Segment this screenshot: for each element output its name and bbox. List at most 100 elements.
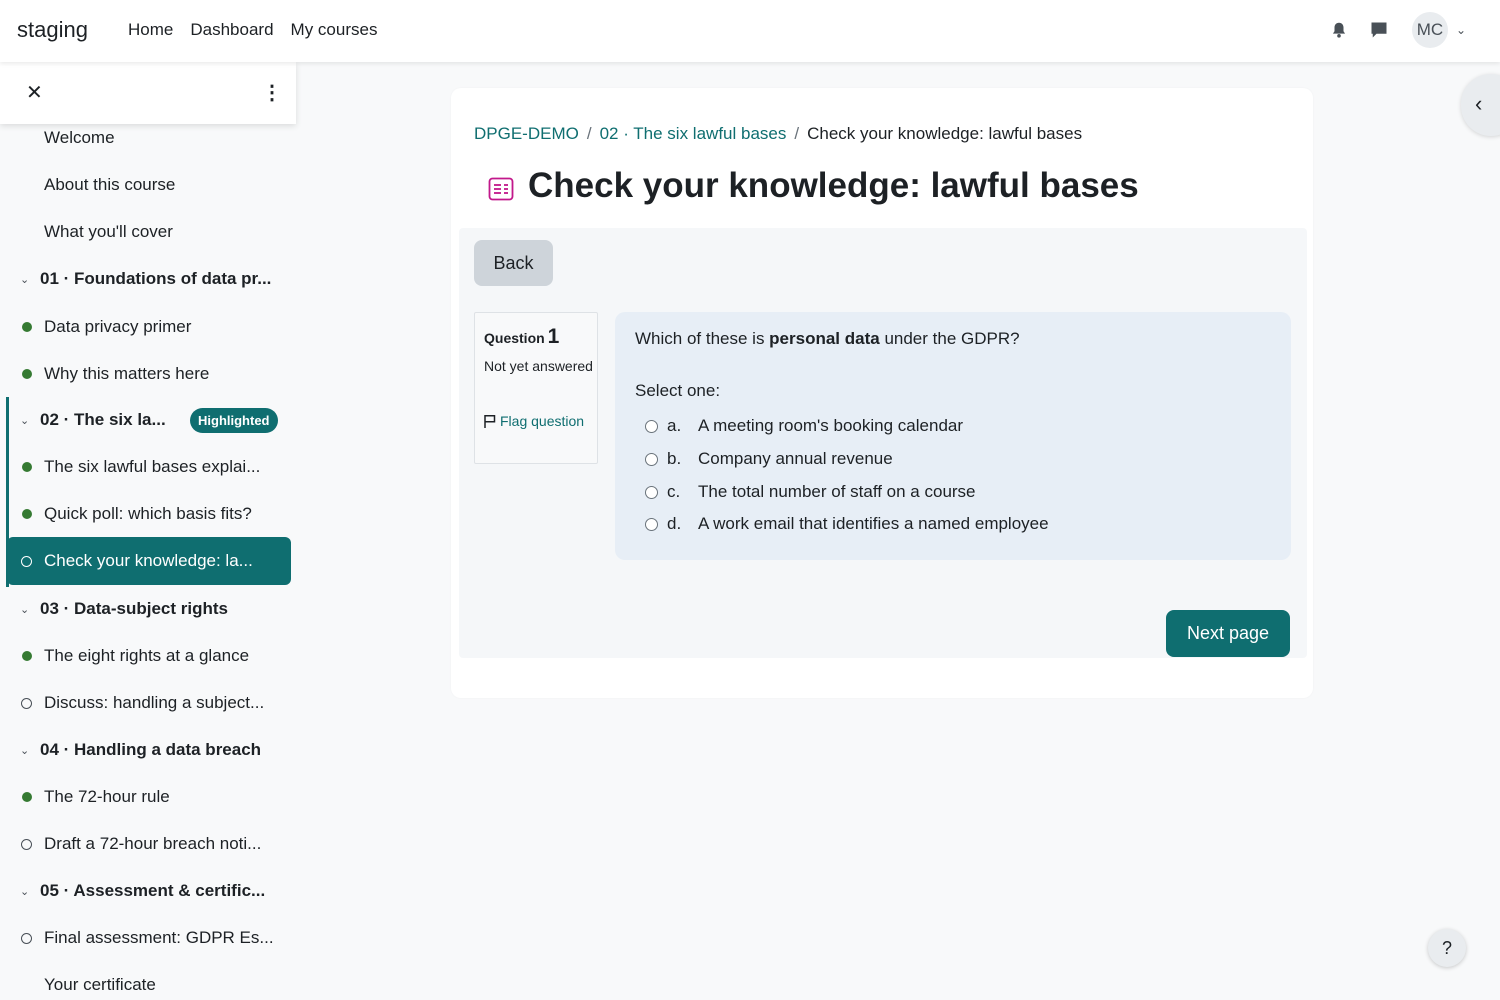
course-index-item[interactable]: Discuss: handling a subject... — [0, 683, 296, 723]
chevron-down-icon[interactable]: ⌄ — [20, 414, 29, 427]
item-label: Quick poll: which basis fits? — [44, 504, 252, 523]
answer-letter: d. — [667, 514, 682, 533]
item-label: Your certificate — [44, 975, 156, 994]
main-content-card: DPGE-DEMO / 02 · The six lawful bases / Chec… — [451, 88, 1313, 698]
quiz-attempt-panel: Back Question 1 Not yet answered Flag que… — [459, 228, 1307, 658]
help-button[interactable]: ? — [1428, 929, 1466, 967]
question-number-label: Question 1 — [484, 325, 559, 349]
course-section-1[interactable]: ⌄ 01 · Foundations of data pr... — [0, 259, 296, 299]
quiz-activity-icon — [488, 176, 514, 202]
completion-dot-icon — [22, 792, 32, 802]
course-index-item[interactable]: The six lawful bases explai... — [0, 447, 296, 487]
flag-icon[interactable] — [483, 412, 497, 428]
course-index-item[interactable]: The 72-hour rule — [0, 777, 296, 817]
breadcrumb-separator: / — [794, 124, 800, 143]
chevron-left-icon[interactable]: ‹ — [1475, 91, 1482, 117]
course-index-item[interactable]: Quick poll: which basis fits? — [0, 494, 296, 534]
answer-letter: b. — [667, 449, 682, 468]
answer-option-a[interactable]: a. A meeting room's booking calendar — [645, 413, 963, 439]
chevron-down-icon[interactable]: ⌄ — [20, 885, 29, 898]
course-index-item[interactable]: Data privacy primer — [0, 307, 296, 347]
primary-nav: Home Dashboard My courses — [128, 20, 377, 40]
nav-my-courses-link[interactable]: My courses — [291, 20, 378, 40]
question-info-box: Question 1 Not yet answered Flag question — [474, 312, 598, 464]
question-text-start: Which of these is — [635, 329, 770, 348]
top-navbar: staging Home Dashboard My courses MC ⌄ — [0, 0, 1500, 62]
course-index-item[interactable]: Your certificate — [0, 965, 296, 1000]
course-index-item[interactable]: What you'll cover — [0, 212, 296, 252]
incomplete-circle-icon — [21, 697, 32, 709]
course-section-5[interactable]: ⌄ 05 · Assessment & certific... — [0, 871, 296, 911]
nav-dashboard-link[interactable]: Dashboard — [190, 20, 273, 40]
course-index-item[interactable]: Draft a 72-hour breach noti... — [0, 824, 296, 864]
course-index-item-current[interactable]: Check your knowledge: la... — [7, 537, 291, 585]
course-index-item[interactable]: Why this matters here — [0, 354, 296, 394]
completion-dot-icon — [22, 462, 32, 472]
course-section-2[interactable]: ⌄ 02 · The six la... Highlighted — [0, 400, 296, 440]
course-index-drawer: ✕ ⋮ Welcome About this course What you'l… — [0, 62, 296, 1000]
chevron-down-icon[interactable]: ⌄ — [20, 744, 29, 757]
completion-dot-icon — [22, 369, 32, 379]
answer-option-d[interactable]: d. A work email that identifies a named e… — [645, 511, 1049, 537]
course-section-4[interactable]: ⌄ 04 · Handling a data breach — [0, 730, 296, 770]
user-avatar[interactable]: MC — [1411, 12, 1448, 48]
highlighted-badge: Highlighted — [190, 407, 278, 433]
item-label: The eight rights at a glance — [44, 646, 250, 665]
question-text-end: under the GDPR? — [879, 329, 1020, 348]
user-nav: MC ⌄ — [1328, 12, 1466, 48]
item-label: What you'll cover — [44, 222, 173, 241]
radio-button[interactable] — [645, 485, 658, 499]
item-label: Final assessment: GDPR Es... — [44, 928, 274, 947]
next-page-button[interactable]: Next page — [1166, 610, 1290, 657]
course-index-item[interactable]: Welcome — [0, 118, 296, 158]
open-block-drawer-button[interactable]: ‹ — [1461, 74, 1500, 136]
completion-dot-icon — [22, 509, 32, 519]
chevron-down-icon[interactable]: ⌄ — [1456, 23, 1466, 37]
item-label: Data privacy primer — [44, 317, 192, 336]
item-label: Check your knowledge: la... — [44, 551, 253, 570]
incomplete-circle-icon — [21, 838, 32, 850]
section-label: 01 · Foundations of data pr... — [40, 269, 272, 288]
radio-button[interactable] — [645, 452, 658, 466]
answer-option-c[interactable]: c. The total number of staff on a course — [645, 479, 976, 505]
section-label: 04 · Handling a data breach — [40, 740, 262, 759]
close-icon[interactable]: ✕ — [26, 80, 43, 105]
course-section-3[interactable]: ⌄ 03 · Data-subject rights — [0, 589, 296, 629]
bell-icon[interactable] — [1328, 19, 1350, 41]
completion-dot-icon — [22, 322, 32, 332]
radio-button[interactable] — [645, 419, 658, 433]
item-label: Discuss: handling a subject... — [44, 693, 265, 712]
breadcrumb-course-link[interactable]: DPGE-DEMO — [474, 124, 579, 143]
nav-home-link[interactable]: Home — [128, 20, 173, 40]
site-brand[interactable]: staging — [17, 17, 88, 43]
answer-option-b[interactable]: b. Company annual revenue — [645, 446, 893, 472]
flag-question-label[interactable]: Flag question — [500, 413, 584, 429]
messages-icon[interactable] — [1368, 19, 1390, 41]
breadcrumb-separator: / — [586, 124, 592, 143]
flag-question-link[interactable]: Flag question — [483, 410, 593, 433]
more-options-icon[interactable]: ⋮ — [262, 80, 282, 105]
course-index-item[interactable]: The eight rights at a glance — [0, 636, 296, 676]
item-label: The six lawful bases explai... — [44, 457, 261, 476]
breadcrumb: DPGE-DEMO / 02 · The six lawful bases / Chec… — [474, 124, 1082, 144]
question-content: Which of these is personal data under th… — [615, 312, 1291, 560]
breadcrumb-current: Check your knowledge: lawful bases — [807, 124, 1083, 143]
completion-dot-icon — [22, 651, 32, 661]
question-state: Not yet answered — [484, 358, 593, 374]
item-label: Welcome — [44, 128, 115, 147]
question-number: 1 — [547, 325, 560, 348]
course-index-item[interactable]: About this course — [0, 165, 296, 205]
course-index-item[interactable]: Final assessment: GDPR Es... — [0, 918, 296, 958]
item-label: Draft a 72-hour breach noti... — [44, 834, 262, 853]
page-title: Check your knowledge: lawful bases — [528, 166, 1139, 205]
chevron-down-icon[interactable]: ⌄ — [20, 603, 29, 616]
back-button[interactable]: Back — [474, 240, 553, 286]
answer-letter: c. — [667, 482, 681, 501]
drawer-header: ✕ ⋮ — [0, 62, 296, 124]
radio-button[interactable] — [645, 517, 658, 531]
item-label: About this course — [44, 175, 176, 194]
answer-letter: a. — [667, 416, 682, 435]
breadcrumb-section-link[interactable]: 02 · The six lawful bases — [600, 124, 787, 143]
question-text: Which of these is personal data under th… — [635, 329, 1020, 349]
chevron-down-icon[interactable]: ⌄ — [20, 273, 29, 286]
